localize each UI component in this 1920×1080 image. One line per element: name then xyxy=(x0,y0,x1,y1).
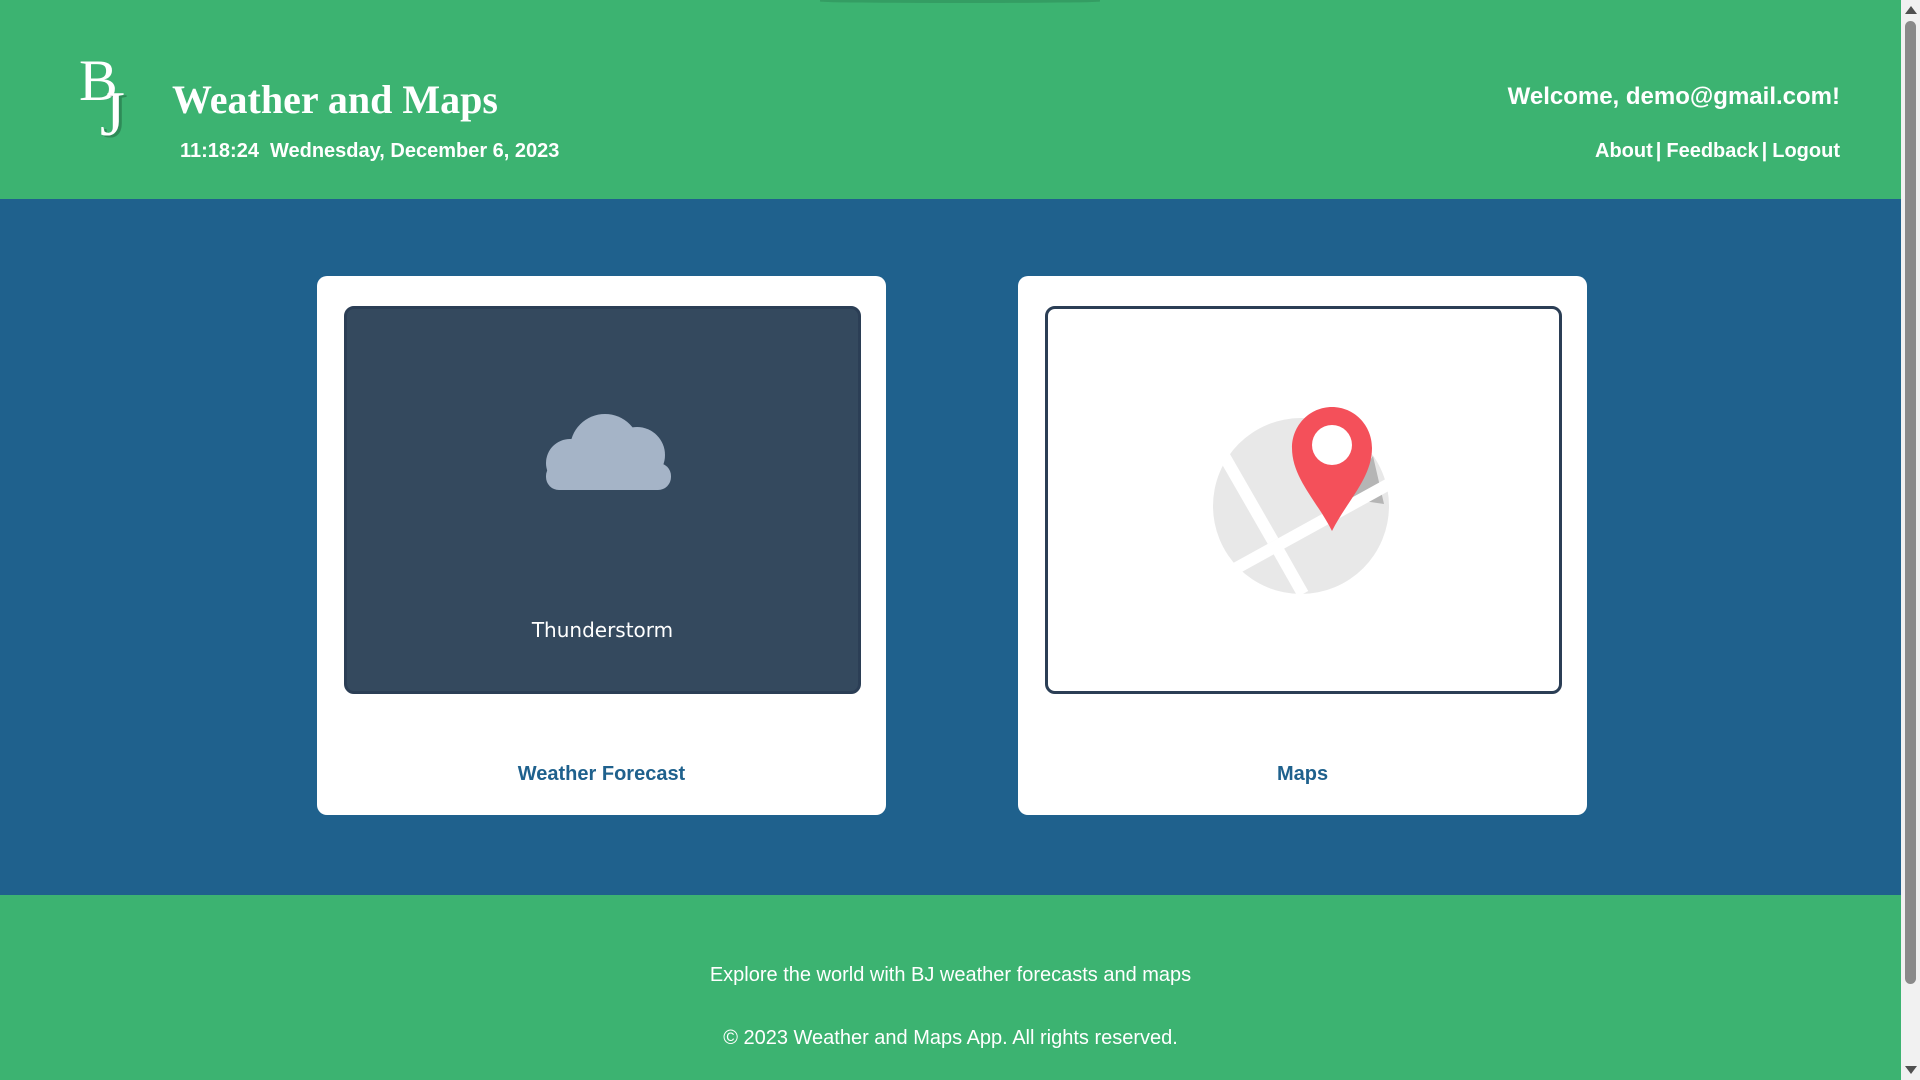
weather-preview: Thunderstorm xyxy=(344,306,861,694)
current-datetime: 11:18:24 Wednesday, December 6, 2023 xyxy=(180,138,559,164)
bj-logo[interactable]: B J xyxy=(76,52,140,162)
nav-about-link[interactable]: About xyxy=(1595,140,1653,162)
header-shadow xyxy=(820,0,1100,3)
current-date: Wednesday, December 6, 2023 xyxy=(269,140,560,162)
welcome-message: Welcome, demo@gmail.com! xyxy=(1507,83,1840,110)
maps-label[interactable]: Maps xyxy=(1018,761,1587,787)
page: B J Weather and Maps 11:18:24 Wednesday, … xyxy=(0,0,1920,1080)
nav-separator: | xyxy=(1655,140,1662,162)
app-footer: Explore the world with BJ weather foreca… xyxy=(0,895,1901,1080)
footer-copyright: © 2023 Weather and Maps App. All rights … xyxy=(723,1027,1178,1049)
map-pin-icon xyxy=(1213,407,1392,596)
maps-preview xyxy=(1045,306,1562,694)
weather-forecast-card[interactable]: Thunderstorm Weather Forecast xyxy=(317,276,886,815)
scroll-down-icon[interactable] xyxy=(1905,1066,1917,1074)
footer-tagline: Explore the world with BJ weather foreca… xyxy=(709,964,1192,986)
nav-separator: | xyxy=(1761,140,1768,162)
app-title: Weather and Maps xyxy=(172,77,498,122)
scroll-up-icon[interactable] xyxy=(1905,6,1917,14)
vertical-scrollbar[interactable] xyxy=(1901,0,1920,1080)
logo-letter-j: J xyxy=(100,78,125,149)
nav-feedback-link[interactable]: Feedback xyxy=(1666,140,1758,162)
weather-condition: Thunderstorm xyxy=(531,618,674,642)
scrollbar-thumb[interactable] xyxy=(1905,21,1916,984)
current-time: 11:18:24 xyxy=(180,140,259,162)
maps-card[interactable]: Maps xyxy=(1018,276,1587,815)
weather-forecast-label[interactable]: Weather Forecast xyxy=(317,761,886,787)
header-nav: About | Feedback | Logout xyxy=(1595,138,1840,164)
cloud-icon xyxy=(546,414,671,490)
nav-logout-link[interactable]: Logout xyxy=(1772,140,1840,162)
app-header: B J Weather and Maps 11:18:24 Wednesday, … xyxy=(0,0,1901,199)
